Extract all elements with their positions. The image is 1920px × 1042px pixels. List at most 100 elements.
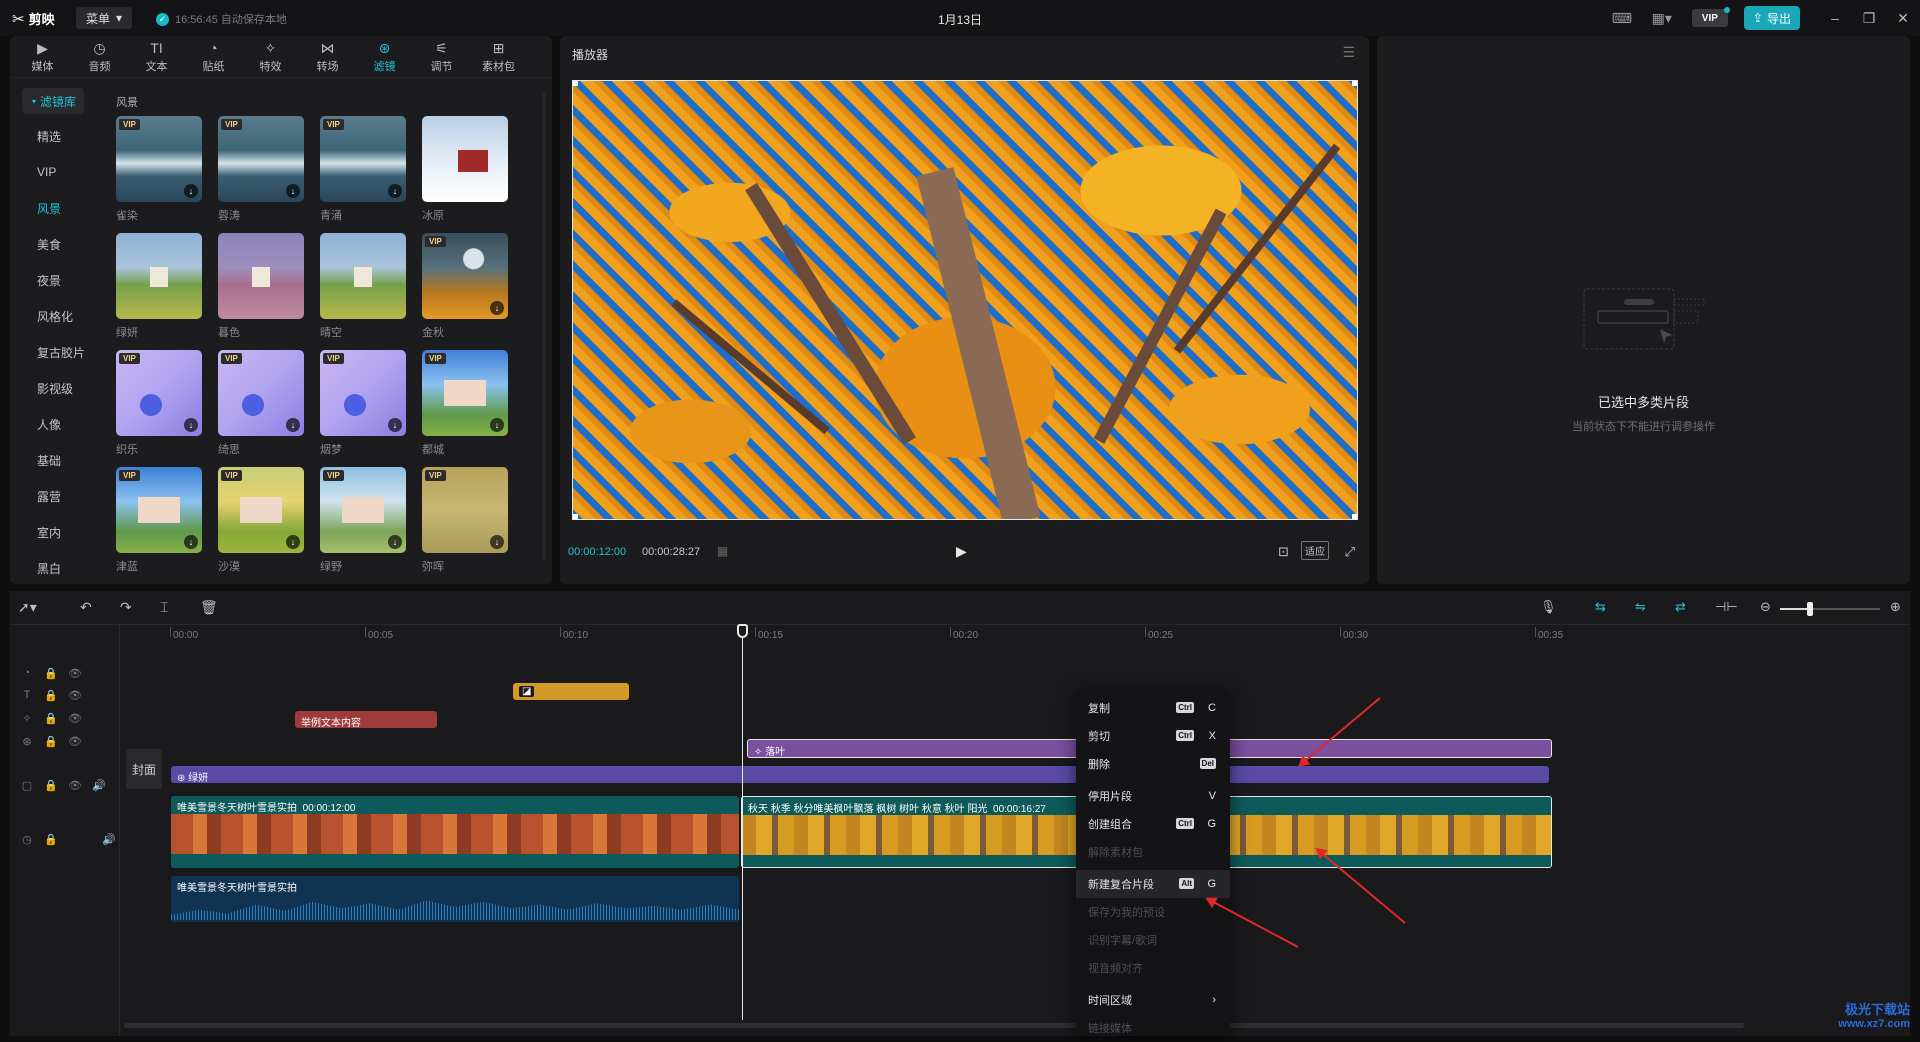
export-button[interactable]: ⇪ 导出 <box>1744 6 1800 30</box>
sidebar-item[interactable]: VIP <box>10 154 90 190</box>
tab-adjust[interactable]: ⚟调节 <box>413 36 470 78</box>
zoom-out-icon[interactable]: ⊖ <box>1760 599 1771 615</box>
download-icon[interactable]: ↓ <box>184 418 198 432</box>
sidebar-item[interactable]: 黑白 <box>10 550 90 584</box>
tab-audio[interactable]: ◷音频 <box>71 36 128 78</box>
filter-thumbnail[interactable]: VIP↓烟梦 <box>320 350 406 462</box>
menu-icon[interactable]: ☰ <box>1342 44 1355 61</box>
sidebar-item[interactable]: 室内 <box>10 514 90 550</box>
tab-effect[interactable]: ✧特效 <box>242 36 299 78</box>
sidebar-item[interactable]: 夜景 <box>10 262 90 298</box>
restore-icon[interactable]: ❐ <box>1852 0 1886 36</box>
sidebar-item[interactable]: 风格化 <box>10 298 90 334</box>
timeline-ruler[interactable]: 00:0000:0500:1000:1500:2000:2500:3000:35 <box>170 625 1910 647</box>
eye-icon[interactable]: 👁 <box>68 712 82 725</box>
main-menu-button[interactable]: 菜单 ▾ <box>76 7 132 29</box>
filter-thumbnail[interactable]: 绿妍 <box>116 233 202 345</box>
fit-ratio-button[interactable]: 适应 <box>1301 541 1329 560</box>
download-icon[interactable]: ↓ <box>184 184 198 198</box>
filter-clip[interactable]: ⊛ 绿妍 <box>171 766 1549 783</box>
resize-handle[interactable] <box>1352 514 1357 519</box>
sidebar-item[interactable]: 人像 <box>10 406 90 442</box>
speaker-icon[interactable]: 🔊 <box>102 833 116 846</box>
filter-thumbnail[interactable]: 晴空 <box>320 233 406 345</box>
tab-text[interactable]: TI文本 <box>128 36 185 78</box>
resize-handle[interactable] <box>1352 81 1357 86</box>
tab-media[interactable]: ▶媒体 <box>14 36 71 78</box>
eye-icon[interactable]: 👁 <box>68 667 82 680</box>
split-icon[interactable]: ⌶ <box>160 599 168 616</box>
filter-thumbnail[interactable]: VIP↓都城 <box>422 350 508 462</box>
filter-thumbnail[interactable]: VIP↓金秋 <box>422 233 508 345</box>
filter-thumbnail[interactable]: VIP↓沙漠 <box>218 467 304 579</box>
minimize-icon[interactable]: – <box>1818 0 1852 36</box>
context-menu-item[interactable]: 复制CtrlC <box>1076 694 1230 722</box>
grid-icon[interactable]: ▦ <box>717 544 728 558</box>
close-icon[interactable]: ✕ <box>1886 0 1920 36</box>
context-menu-item[interactable]: 创建组合CtrlG <box>1076 810 1230 838</box>
eye-icon[interactable]: 👁 <box>68 779 82 792</box>
filter-thumbnail[interactable]: VIP↓雀染 <box>116 116 202 228</box>
preview-axis-icon[interactable]: ⊣⊢ <box>1715 599 1738 615</box>
playhead-handle[interactable] <box>737 624 748 638</box>
filter-thumbnail[interactable]: VIP↓青涌 <box>320 116 406 228</box>
filter-library-header[interactable]: ▾ 滤镜库 <box>22 88 84 114</box>
timeline-horizontal-scrollbar[interactable] <box>124 1023 1744 1028</box>
context-menu-item[interactable]: 时间区域› <box>1076 986 1230 1014</box>
resize-handle[interactable] <box>573 81 578 86</box>
shortcut-keyboard-icon[interactable]: ⌨ <box>1608 7 1636 29</box>
filter-thumbnail[interactable]: VIP↓织乐 <box>116 350 202 462</box>
video-clip[interactable]: 唯美雪景冬天树叶雪景实拍 00:00:12:00 <box>171 796 739 868</box>
context-menu-item[interactable]: 删除Del <box>1076 750 1230 778</box>
eye-icon[interactable]: 👁 <box>68 735 82 748</box>
fullscreen-icon[interactable]: ⤢ <box>1345 544 1355 560</box>
text-clip[interactable]: 举例文本内容 <box>295 711 437 728</box>
download-icon[interactable]: ↓ <box>286 535 300 549</box>
vertical-scrollbar[interactable] <box>542 92 546 562</box>
select-pointer-icon[interactable]: ➚▾ <box>18 599 37 616</box>
layout-icon[interactable]: ▦▾ <box>1648 7 1676 29</box>
audio-clip[interactable]: 唯美雪景冬天树叶雪景实拍 <box>171 876 739 922</box>
auto-snap-icon[interactable]: ⇋ <box>1635 599 1646 615</box>
lock-icon[interactable]: 🔒 <box>44 833 58 846</box>
download-icon[interactable]: ↓ <box>388 535 402 549</box>
tab-package[interactable]: ⊞素材包 <box>470 36 527 78</box>
filter-thumbnail[interactable]: VIP↓蓉涛 <box>218 116 304 228</box>
sidebar-item[interactable]: 精选 <box>10 118 90 154</box>
cover-button[interactable]: 封面 <box>126 749 162 789</box>
undo-icon[interactable]: ↶ <box>80 599 92 616</box>
zoom-in-icon[interactable]: ⊕ <box>1890 599 1901 615</box>
filter-thumbnail[interactable]: VIP↓津蓝 <box>116 467 202 579</box>
redo-icon[interactable]: ↷ <box>120 599 132 616</box>
lock-icon[interactable]: 🔒 <box>44 667 58 680</box>
sidebar-item[interactable]: 露营 <box>10 478 90 514</box>
filter-thumbnail[interactable]: VIP↓绿野 <box>320 467 406 579</box>
lock-icon[interactable]: 🔒 <box>44 712 58 725</box>
sidebar-item[interactable]: 基础 <box>10 442 90 478</box>
download-icon[interactable]: ↓ <box>286 184 300 198</box>
context-menu-item[interactable]: 停用片段V <box>1076 782 1230 810</box>
tab-filter[interactable]: ⊛滤镜 <box>356 36 413 78</box>
sticker-clip[interactable]: ◪ <box>513 683 629 700</box>
download-icon[interactable]: ↓ <box>490 535 504 549</box>
download-icon[interactable]: ↓ <box>388 418 402 432</box>
filter-thumbnail[interactable]: VIP↓弥晖 <box>422 467 508 579</box>
sidebar-item[interactable]: 美食 <box>10 226 90 262</box>
playhead[interactable] <box>742 628 743 1020</box>
lock-icon[interactable]: 🔒 <box>44 779 58 792</box>
sidebar-item[interactable]: 影视级 <box>10 370 90 406</box>
filter-thumbnail[interactable]: VIP↓绮思 <box>218 350 304 462</box>
linkage-icon[interactable]: ⇄ <box>1675 599 1686 615</box>
download-icon[interactable]: ↓ <box>490 301 504 315</box>
sidebar-item[interactable]: 复古胶片 <box>10 334 90 370</box>
download-icon[interactable]: ↓ <box>184 535 198 549</box>
resize-handle[interactable] <box>573 514 578 519</box>
eye-icon[interactable]: 👁 <box>68 689 82 702</box>
zoom-slider-knob[interactable] <box>1807 602 1813 616</box>
download-icon[interactable]: ↓ <box>286 418 300 432</box>
download-icon[interactable]: ↓ <box>490 418 504 432</box>
lock-icon[interactable]: 🔒 <box>44 735 58 748</box>
screenshot-icon[interactable]: ⊡ <box>1278 544 1289 560</box>
speaker-icon[interactable]: 🔊 <box>92 779 106 792</box>
main-track-magnet-icon[interactable]: ⇆ <box>1595 599 1606 615</box>
